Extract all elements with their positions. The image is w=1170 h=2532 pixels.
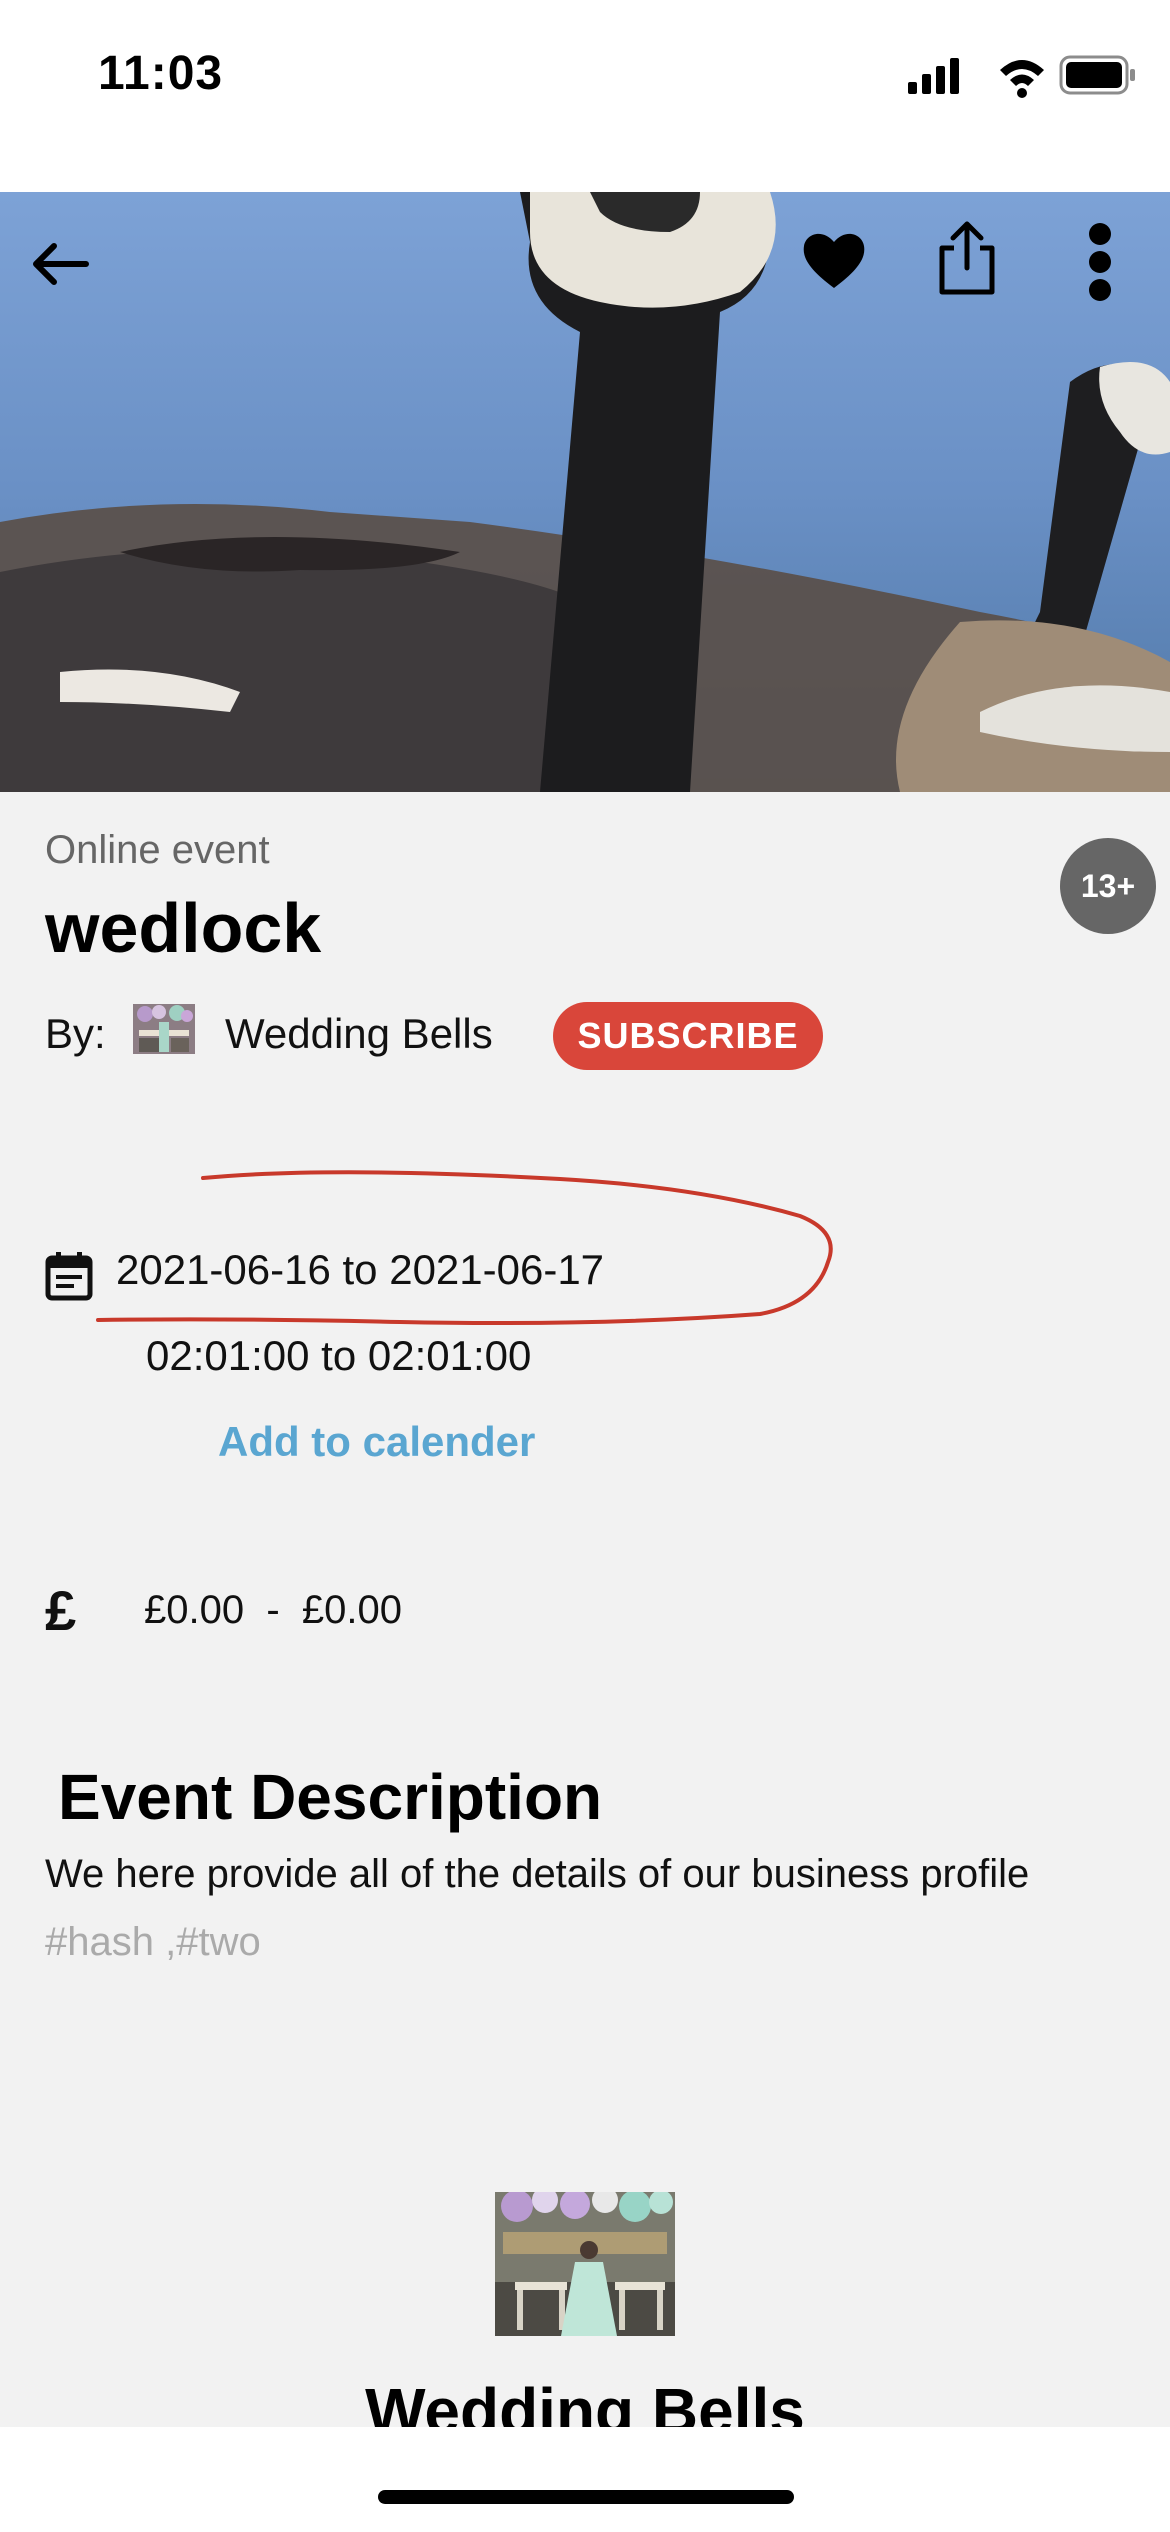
event-cover-image bbox=[0, 192, 1170, 792]
organizer-section-heading: Wedding Bells bbox=[365, 2375, 805, 2427]
organizer-avatar[interactable] bbox=[133, 1004, 195, 1054]
event-type-label: Online event bbox=[45, 828, 270, 872]
event-details: Online event wedlock 13+ By: Wedding Bel… bbox=[0, 792, 1170, 2427]
age-rating-badge: 13+ bbox=[1060, 838, 1156, 934]
organizer-name[interactable]: Wedding Bells bbox=[225, 1010, 493, 1058]
share-icon bbox=[939, 221, 995, 295]
status-time: 11:03 bbox=[98, 47, 224, 100]
hashtags[interactable]: #hash ,#two bbox=[45, 1920, 261, 1965]
arrow-left-icon bbox=[33, 243, 89, 285]
price-range: £0.00 - £0.00 bbox=[144, 1588, 402, 1632]
battery-icon bbox=[1059, 55, 1135, 95]
back-button[interactable] bbox=[24, 234, 96, 294]
description-text: We here provide all of the details of ou… bbox=[45, 1852, 1030, 1896]
calendar-icon bbox=[45, 1252, 93, 1301]
share-button[interactable] bbox=[932, 218, 1002, 298]
organizer-photo[interactable] bbox=[495, 2192, 675, 2336]
subscribe-button[interactable]: SUBSCRIBE bbox=[553, 1002, 823, 1070]
by-label: By: bbox=[45, 1010, 106, 1057]
heart-icon bbox=[803, 233, 865, 288]
signal-icon bbox=[908, 58, 959, 94]
status-bar: 11:03 bbox=[0, 0, 1170, 192]
favorite-button[interactable] bbox=[800, 226, 868, 296]
home-indicator[interactable] bbox=[378, 2490, 794, 2504]
wifi-icon bbox=[1000, 60, 1044, 98]
home-indicator-area bbox=[0, 2427, 1170, 2532]
organizer-row: By: Wedding Bells SUBSCRIBE bbox=[45, 998, 1045, 1070]
status-icons bbox=[908, 55, 1135, 98]
event-time-range: 02:01:00 to 02:01:00 bbox=[146, 1332, 532, 1379]
pound-icon: £ bbox=[45, 1579, 77, 1642]
more-vertical-icon bbox=[1089, 223, 1111, 301]
description-heading: Event Description bbox=[58, 1761, 603, 1833]
event-date-range: 2021-06-16 to 2021-06-17 bbox=[116, 1246, 605, 1293]
add-to-calendar-link[interactable]: Add to calender bbox=[218, 1418, 535, 1466]
more-options-button[interactable] bbox=[1080, 220, 1120, 304]
event-title: wedlock bbox=[45, 889, 322, 967]
